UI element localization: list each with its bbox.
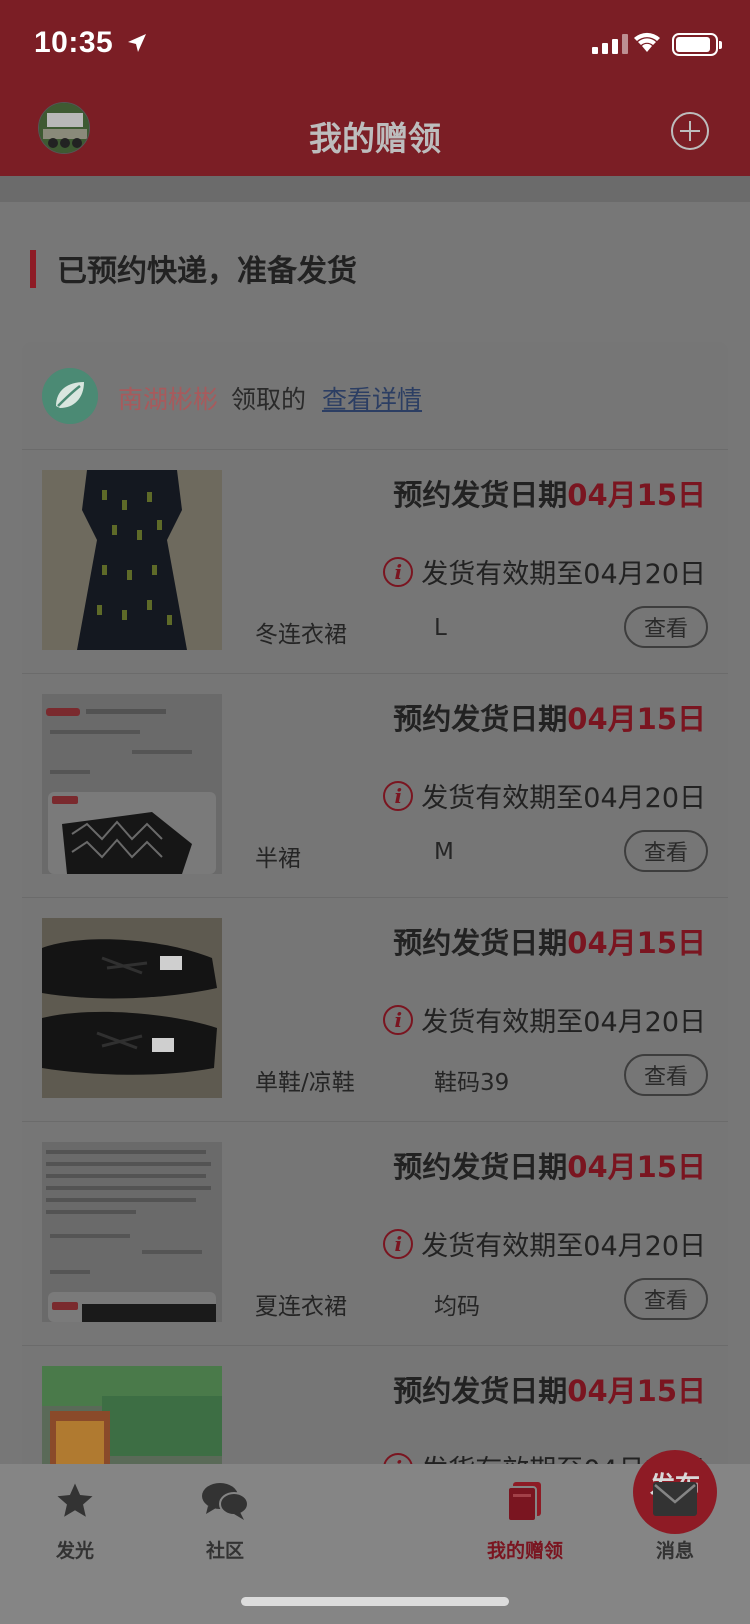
item-name: 单鞋/凉鞋 <box>255 1070 355 1096</box>
section-title: 已预约快递，准备发货 <box>57 254 357 289</box>
tab-my-gifts[interactable]: 我的赠领 <box>450 1464 600 1574</box>
ship-date: 04月15日 <box>567 702 706 736</box>
dress-image-icon <box>42 470 222 650</box>
giver-name[interactable]: 南湖彬彬 <box>118 380 218 416</box>
tab-publish[interactable]: 发布 <box>300 1450 717 1574</box>
valid-until-label: i发货有效期至04月20日 <box>383 776 706 815</box>
item-thumbnail[interactable] <box>42 918 222 1098</box>
skirt-screenshot-icon <box>42 694 222 874</box>
item-thumbnail[interactable] <box>42 470 222 650</box>
date-prefix: 预约发货日期 <box>393 926 568 960</box>
view-button[interactable]: 查看 <box>624 1278 708 1320</box>
ship-date-label: 预约发货日期04月15日 <box>393 696 706 738</box>
tab-label: 我的赠领 <box>486 1540 563 1562</box>
valid-until-text: 发货有效期至04月20日 <box>421 559 706 590</box>
summer-dress-screenshot-icon <box>42 1142 222 1322</box>
battery-icon <box>672 33 722 56</box>
ship-date-label: 预约发货日期04月15日 <box>393 920 706 962</box>
ship-date-label: 预约发货日期04月15日 <box>393 1144 706 1186</box>
view-details-link[interactable]: 查看详情 <box>322 380 422 416</box>
list-item: 预约发货日期04月15日 i发货有效期至04月20日 <box>22 1346 728 1482</box>
valid-until-label: i发货有效期至04月20日 <box>383 552 706 591</box>
valid-until-label: i发货有效期至04月20日 <box>383 1224 706 1263</box>
shoes-image-icon <box>42 918 222 1098</box>
list-item: 预约发货日期04月15日 i 发货有效期至04月20日 夏连衣裙 均码 查看 <box>22 1122 728 1346</box>
valid-until-text: 发货有效期至04月20日 <box>421 783 706 814</box>
order-card: 南湖彬彬 领取的 查看详情 预约发货日期04月15日 i 发货有效期至04月20日… <box>22 342 728 1482</box>
list-item: 预约发货日期04月15日 i 发货有效期至04月20日 单鞋/凉鞋 鞋码39 查看 <box>22 898 728 1122</box>
info-icon: i <box>383 556 414 587</box>
info-icon: i <box>383 1004 414 1035</box>
tab-community[interactable]: 社区 <box>150 1464 300 1574</box>
home-indicator[interactable] <box>241 1597 509 1606</box>
valid-until-label: i发货有效期至04月20日 <box>383 1000 706 1039</box>
navigation-bar: 我的赠领 <box>0 88 750 176</box>
tab-messages[interactable]: 消息 <box>600 1464 750 1574</box>
item-size: M <box>434 839 454 865</box>
item-size: 均码 <box>434 1294 480 1320</box>
tab-label: 社区 <box>205 1540 244 1562</box>
view-button[interactable]: 查看 <box>624 606 708 648</box>
signal-icon <box>592 34 628 54</box>
item-name: 夏连衣裙 <box>255 1294 347 1320</box>
valid-until-text: 发货有效期至04月20日 <box>421 1231 706 1262</box>
status-time: 10:35 <box>34 26 114 59</box>
date-prefix: 预约发货日期 <box>393 478 568 512</box>
item-size: 鞋码39 <box>434 1070 510 1096</box>
view-button[interactable]: 查看 <box>624 830 708 872</box>
status-bar: 10:35 <box>0 0 750 88</box>
item-name: 半裙 <box>255 846 301 872</box>
envelope-icon <box>653 1482 697 1516</box>
claimed-text: 领取的 <box>231 385 307 414</box>
date-prefix: 预约发货日期 <box>393 702 568 736</box>
header-divider <box>0 176 750 202</box>
ship-date: 04月15日 <box>567 478 706 512</box>
list-item: 预约发货日期04月15日 i 发货有效期至04月20日 半裙 M 查看 <box>22 674 728 898</box>
info-icon: i <box>383 780 414 811</box>
ship-date: 04月15日 <box>567 926 706 960</box>
tab-label: 消息 <box>655 1540 694 1562</box>
leaf-logo-icon <box>42 368 98 424</box>
list-item: 预约发货日期04月15日 i 发货有效期至04月20日 冬连衣裙 L 查看 <box>22 450 728 674</box>
location-arrow-icon <box>128 34 146 52</box>
section-header: 已预约快递，准备发货 <box>0 240 750 290</box>
valid-until-text: 发货有效期至04月20日 <box>421 1007 706 1038</box>
date-prefix: 预约发货日期 <box>393 1150 568 1184</box>
tab-faguang[interactable]: 发光 <box>0 1464 150 1574</box>
ship-date: 04月15日 <box>567 1150 706 1184</box>
ship-date: 04月15日 <box>567 1374 706 1408</box>
date-prefix: 预约发货日期 <box>393 1374 568 1408</box>
wifi-icon <box>634 32 660 52</box>
ship-date-label: 预约发货日期04月15日 <box>393 1368 706 1410</box>
book-icon <box>507 1482 541 1522</box>
item-size: L <box>434 615 447 641</box>
item-thumbnail[interactable] <box>42 694 222 874</box>
star-icon <box>57 1483 93 1517</box>
giver-avatar[interactable] <box>42 368 98 424</box>
ship-date-label: 预约发货日期04月15日 <box>393 472 706 514</box>
chat-bubbles-icon <box>202 1483 249 1520</box>
info-icon: i <box>383 1228 414 1259</box>
section-accent-bar <box>30 250 36 288</box>
item-thumbnail[interactable] <box>42 1142 222 1322</box>
card-header: 南湖彬彬 领取的 查看详情 <box>22 342 728 450</box>
add-button[interactable] <box>671 112 709 150</box>
view-button[interactable]: 查看 <box>624 1054 708 1096</box>
item-name: 冬连衣裙 <box>255 622 347 648</box>
page-title: 我的赠领 <box>309 119 441 158</box>
tab-label: 发光 <box>55 1540 94 1562</box>
